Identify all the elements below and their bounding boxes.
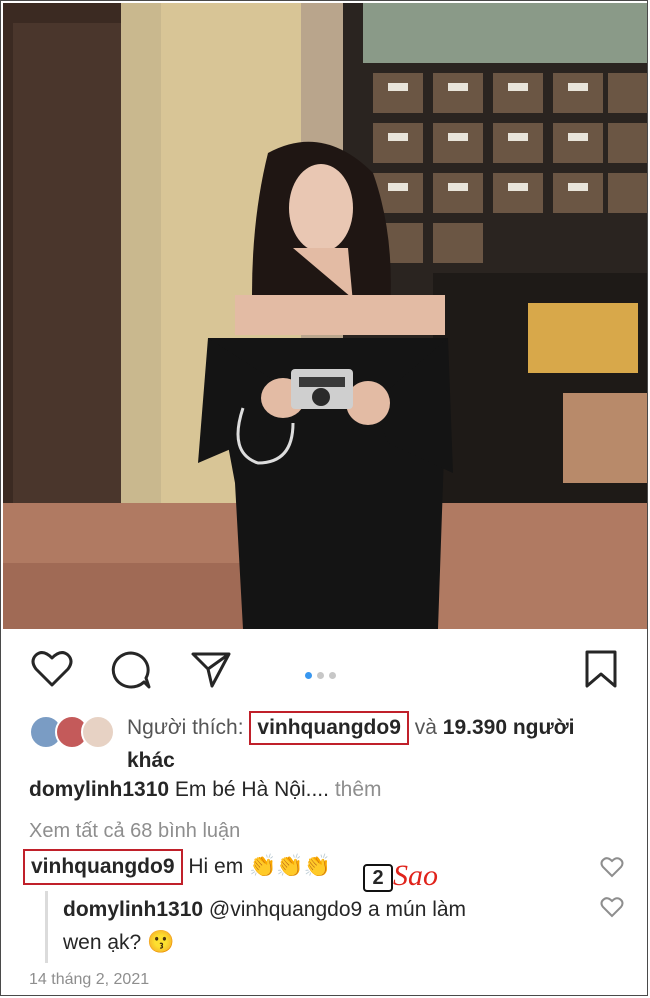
clapping-emoji: 👏👏👏 xyxy=(249,853,332,878)
carousel-indicator xyxy=(305,666,341,679)
watermark-brand: Sao xyxy=(393,859,438,892)
watermark-number: 2 xyxy=(363,864,393,892)
likes-summary: Người thích: vinhquangdo9 và 19.390 ngườ… xyxy=(127,711,637,777)
reply-text: @vinhquangdo9 a mún làm xyxy=(208,898,467,921)
carousel-dot-active xyxy=(305,672,312,679)
heart-icon[interactable] xyxy=(31,649,73,694)
likes-connector: và xyxy=(414,716,437,739)
likes-prefix: Người thích: xyxy=(127,716,244,739)
liker-username[interactable]: vinhquangdo9 xyxy=(249,711,409,745)
likes-suffix[interactable]: khác xyxy=(127,749,175,772)
comment-username[interactable]: vinhquangdo9 xyxy=(23,849,183,885)
caption-text: Em bé Hà Nội.... xyxy=(174,778,329,801)
caption-more-link[interactable]: thêm xyxy=(335,778,382,801)
small-heart-icon[interactable] xyxy=(600,896,624,923)
reply-text-line2: wen ạk? xyxy=(63,931,142,954)
post-photo[interactable] xyxy=(3,3,647,629)
share-icon[interactable] xyxy=(190,650,232,695)
post-caption: domylinh1310 Em bé Hà Nội.... thêm xyxy=(29,778,382,802)
view-all-comments-link[interactable]: Xem tất cả 68 bình luận xyxy=(29,820,240,843)
post-date: 14 tháng 2, 2021 xyxy=(29,971,150,988)
comment: vinhquangdo9 Hi em 👏👏👏 xyxy=(23,849,331,885)
liker-avatars[interactable] xyxy=(29,715,115,749)
likes-count[interactable]: 19.390 người xyxy=(443,716,575,739)
post-frame: Người thích: vinhquangdo9 và 19.390 ngườ… xyxy=(0,0,648,996)
kissing-emoji: 😗 xyxy=(147,929,175,954)
comment-icon[interactable] xyxy=(110,650,152,695)
photo-illustration xyxy=(3,3,647,629)
reply-comment: domylinh1310 @vinhquangdo9 a mún làm wen… xyxy=(63,894,543,959)
small-heart-icon[interactable] xyxy=(600,856,624,883)
reply-username[interactable]: domylinh1310 xyxy=(63,898,203,921)
comment-text: Hi em xyxy=(188,855,244,878)
carousel-dot xyxy=(329,672,336,679)
bookmark-icon[interactable] xyxy=(584,649,618,694)
carousel-dot xyxy=(317,672,324,679)
reply-thread-line xyxy=(45,891,48,963)
avatar xyxy=(81,715,115,749)
caption-username[interactable]: domylinh1310 xyxy=(29,778,169,801)
